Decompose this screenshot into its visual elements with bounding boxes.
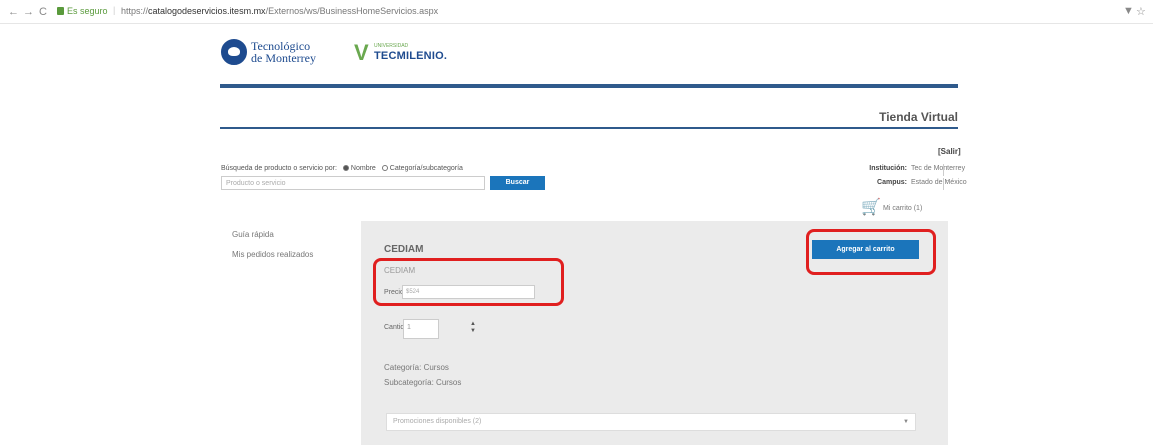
institucion-label: Institución: bbox=[869, 165, 907, 172]
tecmilenio-v-icon: V bbox=[354, 40, 369, 65]
campus-label: Campus: bbox=[877, 179, 907, 186]
cart-link[interactable]: 🛒 Mi carrito (1) bbox=[861, 199, 922, 217]
cart-label: Mi carrito (1) bbox=[883, 205, 923, 212]
institucion-dropdown-icon[interactable]: – bbox=[943, 164, 949, 176]
menu-item-guia-rapida[interactable]: Guía rápida bbox=[232, 230, 274, 239]
promotions-select-value: Promociones disponibles (2) bbox=[393, 418, 482, 425]
star-icon[interactable]: ☆ bbox=[1136, 5, 1146, 18]
radio-category[interactable] bbox=[381, 165, 388, 171]
chevron-down-icon: ▼ bbox=[903, 419, 909, 425]
campus-select[interactable]: Estado de México bbox=[911, 179, 967, 186]
logout-link[interactable]: [Salir] bbox=[938, 147, 961, 156]
url-prefix: https:// bbox=[121, 6, 149, 16]
forward-icon[interactable]: → bbox=[23, 5, 34, 19]
tecmilenio-small-label: UNIVERSIDAD bbox=[374, 43, 409, 49]
search-by-row: Búsqueda de producto o servicio por: Nom… bbox=[221, 165, 463, 172]
url-host: catalogodeservicios.itesm.mx bbox=[148, 6, 266, 16]
lock-icon bbox=[57, 7, 64, 15]
search-button[interactable]: Buscar bbox=[490, 176, 545, 190]
institucion-select[interactable]: Tec de Monterrey bbox=[911, 165, 965, 172]
stepper-down-icon[interactable]: ▼ bbox=[470, 328, 476, 335]
header-divider bbox=[220, 84, 958, 88]
filter-icon[interactable]: ▼ bbox=[1123, 5, 1134, 17]
product-title: CEDIAM bbox=[384, 244, 424, 255]
shopping-cart-icon: 🛒 bbox=[861, 199, 881, 216]
promotions-select[interactable]: Promociones disponibles (2) ▼ bbox=[386, 413, 916, 431]
search-by-label: Búsqueda de producto o servicio por: bbox=[221, 165, 337, 172]
add-to-cart-highlight-box bbox=[806, 229, 936, 275]
radio-category-label: Categoría/subcategoría bbox=[389, 165, 463, 172]
tecmilenio-label: TECMILENIO. bbox=[374, 50, 448, 62]
quantity-input[interactable]: 1 bbox=[403, 319, 439, 339]
stepper-up-icon[interactable]: ▲ bbox=[470, 321, 476, 328]
page-title: Tienda Virtual bbox=[879, 110, 958, 124]
radio-name-label: Nombre bbox=[350, 165, 376, 172]
back-icon[interactable]: ← bbox=[8, 5, 19, 19]
secure-label: Es seguro bbox=[67, 6, 108, 16]
url-path: /Externos/ws/BusinessHomeServicios.aspx bbox=[265, 6, 439, 16]
tec-logo-text: Tecnológico de Monterrey bbox=[251, 40, 316, 64]
title-divider bbox=[220, 127, 958, 129]
campus-dropdown-icon[interactable]: – bbox=[943, 178, 949, 190]
subcategory-text: Subcategoría: Cursos bbox=[384, 378, 462, 387]
radio-name[interactable] bbox=[342, 165, 349, 171]
quantity-stepper[interactable]: ▲ ▼ bbox=[470, 321, 476, 335]
price-highlight-box bbox=[373, 258, 564, 306]
tec-emblem-icon bbox=[221, 39, 247, 65]
search-input[interactable]: Producto o servicio bbox=[221, 176, 485, 190]
reload-icon[interactable]: C bbox=[39, 5, 47, 19]
tec-logo-line2: de Monterrey bbox=[251, 51, 316, 65]
category-text: Categoría: Cursos bbox=[384, 363, 449, 372]
menu-item-mis-pedidos[interactable]: Mis pedidos realizados bbox=[232, 250, 313, 259]
address-bar[interactable]: https://catalogodeservicios.itesm.mx/Ext… bbox=[121, 6, 438, 16]
url-separator: | bbox=[113, 5, 116, 15]
browser-toolbar: ← → C Es seguro | https://catalogodeserv… bbox=[0, 0, 1153, 24]
